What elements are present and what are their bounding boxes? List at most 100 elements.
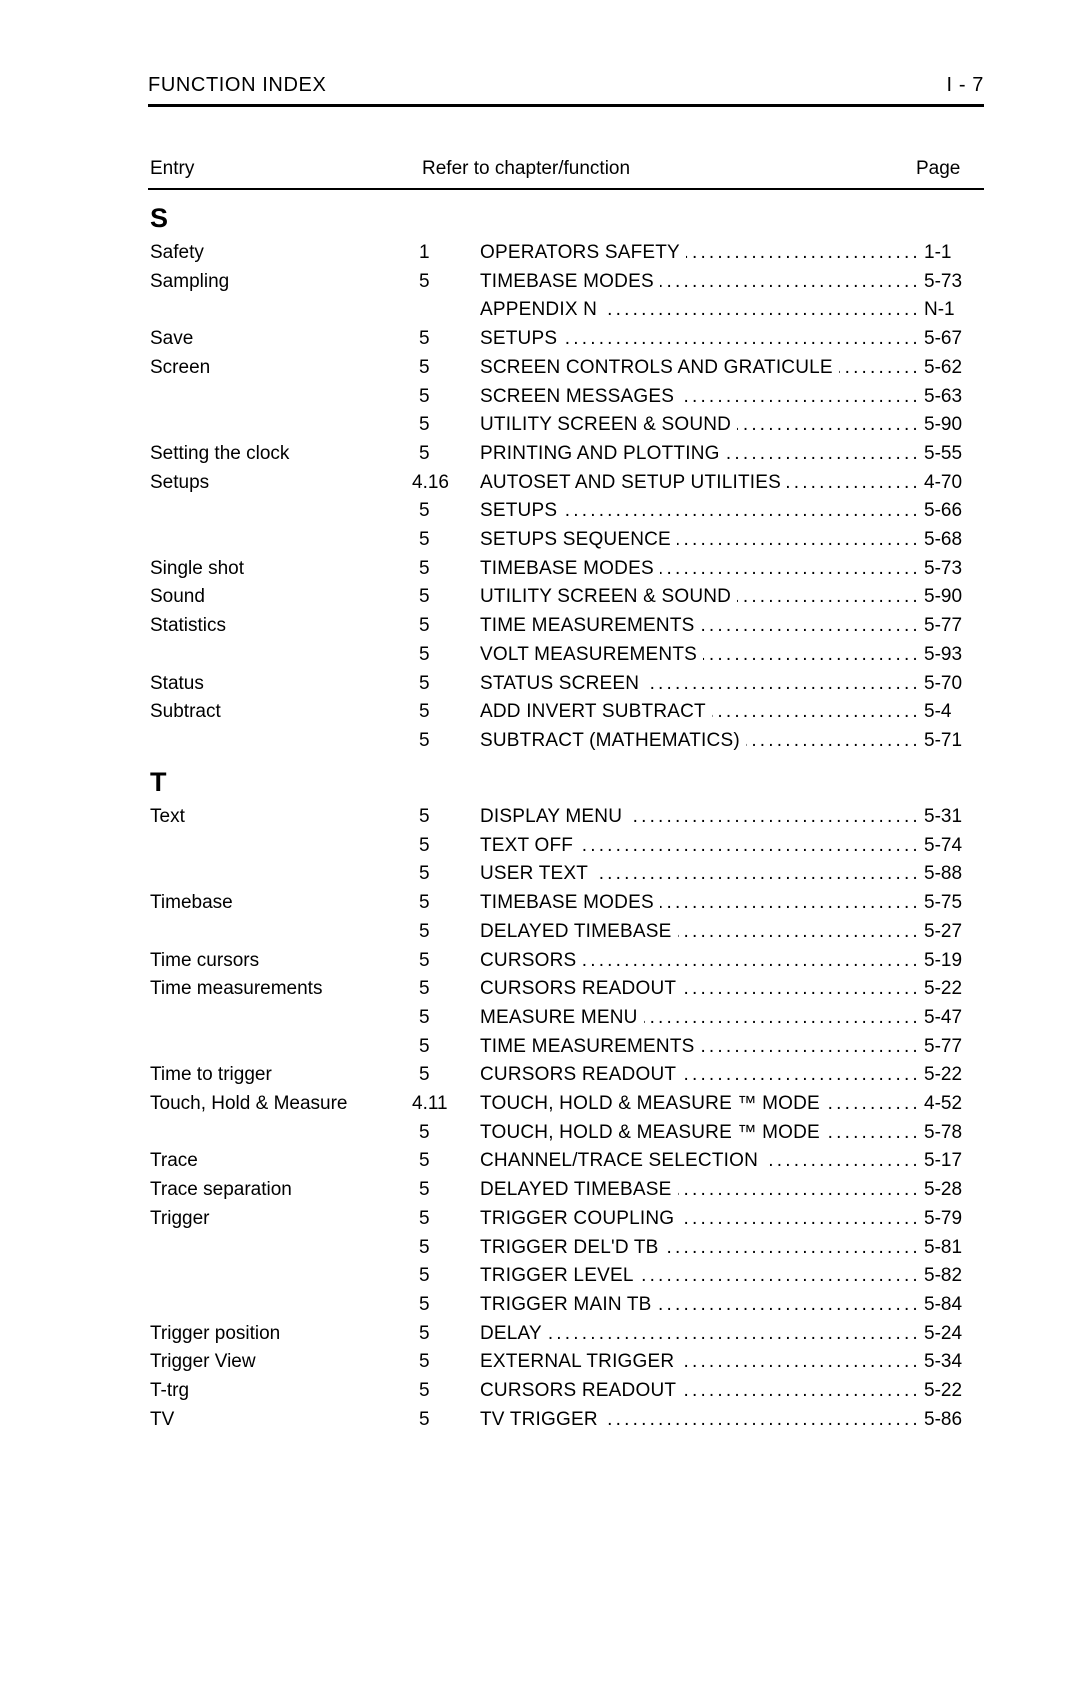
function-name: TIME MEASUREMENTS <box>480 615 701 638</box>
chapter-number: 5 <box>419 356 430 378</box>
index-row: Setups4.16..............................… <box>0 471 1080 501</box>
page-number: 5-55 <box>918 442 984 465</box>
entry-label: Trigger position <box>150 1322 281 1344</box>
index-row: Trigger position 5.......................… <box>0 1322 1080 1352</box>
index-row: 5.......................................… <box>0 863 1080 892</box>
index-row: Subtract5...............................… <box>0 701 1080 730</box>
index-row: Trigger View 5...........................… <box>0 1351 1080 1380</box>
function-name: UTILITY SCREEN & SOUND <box>480 414 738 437</box>
chapter-number: 1 <box>419 242 430 263</box>
page-number: 5-77 <box>918 615 984 638</box>
chapter-number: 5 <box>419 414 430 436</box>
entry-label: Trace separation <box>150 1179 292 1201</box>
page-number: 5-24 <box>918 1322 984 1345</box>
function-name: TV TRIGGER <box>480 1408 604 1431</box>
function-name: CURSORS READOUT <box>480 1064 683 1087</box>
page-number: 5-77 <box>918 1035 984 1058</box>
page-number: 5-79 <box>918 1207 984 1230</box>
index-row: Trigger5................................… <box>0 1207 1080 1237</box>
index-row: Save 5...................................… <box>0 328 1080 357</box>
chapter-number: 5 <box>419 892 430 914</box>
index-row: 5.......................................… <box>0 414 1080 443</box>
page-number: 5-82 <box>918 1265 984 1288</box>
chapter-number: 5 <box>419 328 430 350</box>
index-row: 5.......................................… <box>0 500 1080 529</box>
index-row: 5.......................................… <box>0 529 1080 558</box>
column-header-entry: Entry <box>150 158 195 179</box>
chapter-number: 5 <box>419 557 430 579</box>
chapter-number: 5 <box>419 949 430 971</box>
page-number: 5-31 <box>918 806 984 828</box>
entry-label: Timebase <box>150 892 233 914</box>
function-name: SETUPS <box>480 328 564 351</box>
page-number: 5-93 <box>918 643 984 666</box>
function-name: TEXT OFF <box>480 834 580 857</box>
entry-label: T-trg <box>150 1380 190 1401</box>
function-name: AUTOSET AND SETUP UTILITIES <box>480 471 788 494</box>
entry-label: Safety <box>150 242 204 263</box>
page-number: 5-28 <box>918 1179 984 1202</box>
function-name: DELAYED TIMEBASE <box>480 920 678 943</box>
page-number: 5-71 <box>918 729 984 752</box>
page-number: 5-22 <box>918 1064 984 1087</box>
page-number: 5-75 <box>918 892 984 915</box>
index-row: Time cursors 5...........................… <box>0 949 1080 979</box>
chapter-number: 5 <box>419 834 430 856</box>
index-row: Touch, Hold & Measure4.11...............… <box>0 1093 1080 1122</box>
entry-label: TV <box>150 1408 175 1430</box>
page-number: 5-78 <box>918 1121 984 1144</box>
index-row: Timebase 5...............................… <box>0 892 1080 921</box>
index-row: 5.......................................… <box>0 1265 1080 1294</box>
chapter-number: 5 <box>419 643 430 665</box>
function-name: SUBTRACT (MATHEMATICS) <box>480 729 746 752</box>
entry-label: Save <box>150 328 194 350</box>
page-number: 5-27 <box>918 920 984 943</box>
function-name: TRIGGER MAIN TB <box>480 1293 658 1316</box>
column-header-divider <box>148 188 984 190</box>
index-row: Trace separation 5.......................… <box>0 1179 1080 1208</box>
page-number: 5-70 <box>918 672 984 695</box>
page-number: 5-67 <box>918 328 984 351</box>
chapter-number: 5 <box>419 978 430 1000</box>
entry-label: Setups <box>150 471 210 493</box>
page-header: FUNCTION INDEX I - 7 <box>148 74 984 97</box>
function-name: SCREEN CONTROLS AND GRATICULE <box>480 356 839 379</box>
header-title: FUNCTION INDEX <box>148 74 327 96</box>
entry-label: Time to trigger <box>150 1064 272 1086</box>
index-row: Safety1.................................… <box>0 242 1080 271</box>
column-header-refer: Refer to chapter/function <box>422 158 631 179</box>
entry-label: Time measurements <box>150 978 323 1000</box>
chapter-number: 5 <box>419 1035 430 1057</box>
index-row: 5.......................................… <box>0 834 1080 864</box>
index-row: 5.......................................… <box>0 920 1080 950</box>
chapter-number: 5 <box>419 270 430 292</box>
header-divider <box>148 104 984 107</box>
entry-label: Trigger View <box>150 1351 256 1373</box>
entry-label: Trace <box>150 1150 198 1172</box>
function-name: CURSORS READOUT <box>480 1380 683 1402</box>
page-number: 4-70 <box>918 471 984 494</box>
page-number: 5-88 <box>918 863 984 886</box>
page-number: 5-22 <box>918 1380 984 1402</box>
page-number: 5-90 <box>918 414 984 437</box>
index-row: Statistics 5.............................… <box>0 615 1080 644</box>
index-row: Time to trigger 5........................… <box>0 1064 1080 1093</box>
chapter-number: 5 <box>419 529 430 550</box>
page-number: 5-68 <box>918 529 984 551</box>
page-number: 5-81 <box>918 1236 984 1259</box>
entry-label: Setting the clock <box>150 442 290 464</box>
page-number: 5-73 <box>918 557 984 580</box>
page-number: 5-74 <box>918 834 984 857</box>
function-name: SETUPS SEQUENCE <box>480 529 677 551</box>
function-name: TIMEBASE MODES <box>480 892 660 915</box>
chapter-number: 5 <box>419 701 430 723</box>
entry-label: Text <box>150 806 185 827</box>
index-row: Text 5...................................… <box>0 806 1080 835</box>
chapter-number: 5 <box>419 1236 430 1258</box>
index-row: 5.......................................… <box>0 1035 1080 1065</box>
function-name: ADD INVERT SUBTRACT <box>480 701 712 724</box>
function-name: TIMEBASE MODES <box>480 557 660 580</box>
function-name: DELAY <box>480 1322 548 1345</box>
chapter-number: 4.16 <box>412 471 449 493</box>
function-name: DISPLAY MENU <box>480 806 629 828</box>
